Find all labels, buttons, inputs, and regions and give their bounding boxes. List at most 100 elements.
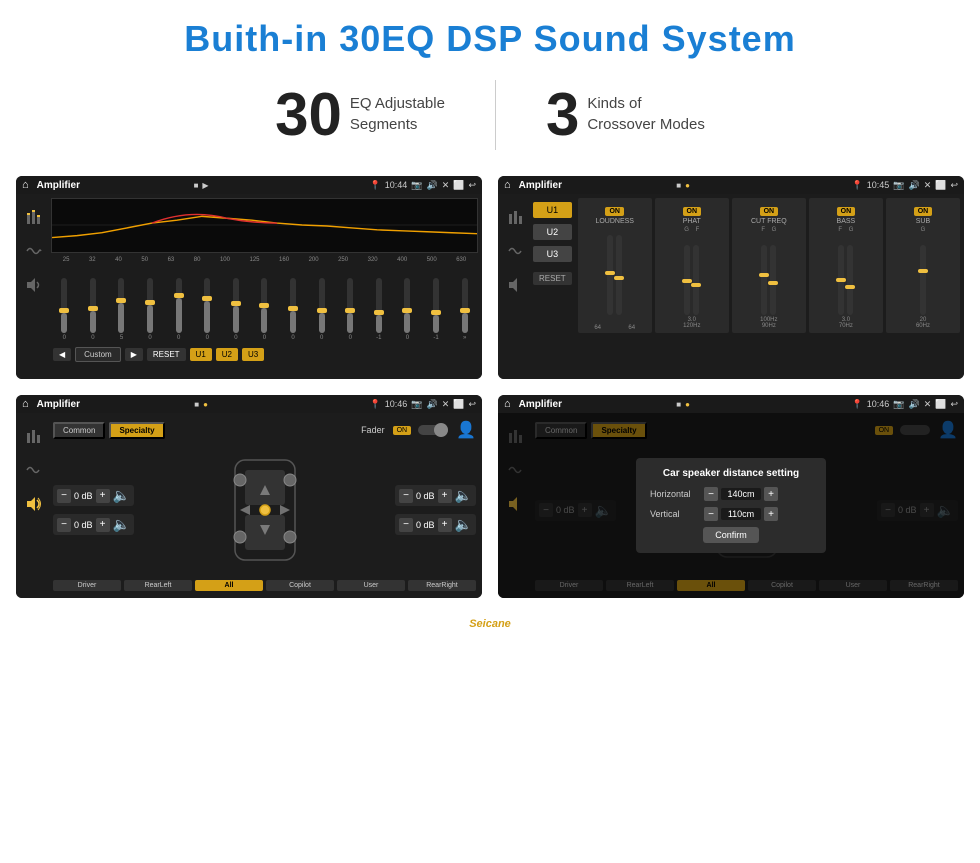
close-icon-3[interactable]: ✕ <box>442 399 450 410</box>
bass-sl1[interactable] <box>838 245 844 315</box>
phat-sl2[interactable] <box>693 245 699 315</box>
u1-btn[interactable]: U1 <box>533 202 572 218</box>
sidebar-speaker-icon-2[interactable] <box>505 274 527 296</box>
slider-10[interactable]: 0 <box>308 278 335 341</box>
sidebar-speaker-icon-3[interactable] <box>23 493 45 515</box>
back-icon-4[interactable]: ↩ <box>950 399 958 410</box>
sub-freq2: 60Hz <box>889 323 957 329</box>
home-icon-2[interactable]: ⌂ <box>504 179 511 191</box>
slider-11[interactable]: 0 <box>337 278 364 341</box>
phat-on[interactable]: ON <box>683 207 702 216</box>
horizontal-minus[interactable]: − <box>704 487 718 501</box>
rr-minus[interactable]: − <box>399 518 413 532</box>
cutfreq-sl1[interactable] <box>761 245 767 315</box>
home-icon[interactable]: ⌂ <box>22 179 29 191</box>
rearright-btn[interactable]: RearRight <box>408 580 476 591</box>
phat-freq2: 120Hz <box>658 323 726 329</box>
pin-icon: 📍 <box>370 180 381 191</box>
slider-3[interactable]: 5 <box>108 278 135 341</box>
user-btn[interactable]: User <box>337 580 405 591</box>
eq-u1-btn[interactable]: U1 <box>190 348 212 361</box>
driver-btn[interactable]: Driver <box>53 580 121 591</box>
sidebar-wave-icon[interactable] <box>23 240 45 262</box>
specialty-btn-3[interactable]: Specialty <box>109 422 164 439</box>
sidebar-speaker-icon[interactable] <box>23 274 45 296</box>
eq-u3-btn[interactable]: U3 <box>242 348 264 361</box>
close-icon[interactable]: ✕ <box>442 180 450 191</box>
home-icon-3[interactable]: ⌂ <box>22 398 29 410</box>
slider-4[interactable]: 0 <box>137 278 164 341</box>
slider-5[interactable]: 0 <box>165 278 192 341</box>
slider-7[interactable]: 0 <box>223 278 250 341</box>
loudness-sl2[interactable] <box>616 235 622 315</box>
fr-plus[interactable]: + <box>438 489 452 503</box>
back-icon-3[interactable]: ↩ <box>468 399 476 410</box>
u3-btn[interactable]: U3 <box>533 246 572 262</box>
eq-u2-btn[interactable]: U2 <box>216 348 238 361</box>
bass-sl2[interactable] <box>847 245 853 315</box>
reset-btn-2[interactable]: RESET <box>533 272 572 285</box>
fader-on-3[interactable]: ON <box>393 426 412 435</box>
phat-sl1[interactable] <box>684 245 690 315</box>
slider-13[interactable]: 0 <box>394 278 421 341</box>
loudness-label: LOUDNESS <box>581 218 649 225</box>
window-icon-3[interactable]: ⬜ <box>453 399 464 410</box>
slider-2[interactable]: 0 <box>80 278 107 341</box>
window-icon-4[interactable]: ⬜ <box>935 399 946 410</box>
sidebar-eq-icon[interactable] <box>23 206 45 228</box>
fl-plus[interactable]: + <box>96 489 110 503</box>
slider-15[interactable]: » <box>451 278 478 341</box>
slider-8[interactable]: 0 <box>251 278 278 341</box>
fr-minus[interactable]: − <box>399 489 413 503</box>
sub-label: SUB <box>889 218 957 225</box>
eq-number: 30 <box>275 85 342 145</box>
slider-6[interactable]: 0 <box>194 278 221 341</box>
window-icon-2[interactable]: ⬜ <box>935 180 946 191</box>
sidebar-wave-icon-2[interactable] <box>505 240 527 262</box>
window-icon[interactable]: ⬜ <box>453 180 464 191</box>
slider-14[interactable]: -1 <box>423 278 450 341</box>
slider-12[interactable]: -1 <box>366 278 393 341</box>
slider-1[interactable]: 0 <box>51 278 78 341</box>
screen3-sidebar <box>20 417 48 594</box>
common-btn-3[interactable]: Common <box>53 422 105 439</box>
eq-reset-btn[interactable]: RESET <box>147 348 186 361</box>
rearleft-btn[interactable]: RearLeft <box>124 580 192 591</box>
loudness-on[interactable]: ON <box>605 207 624 216</box>
rl-minus[interactable]: − <box>57 518 71 532</box>
cutfreq-on[interactable]: ON <box>760 207 779 216</box>
horizontal-row: Horizontal − 140cm + <box>650 487 812 501</box>
back-icon-2[interactable]: ↩ <box>950 180 958 191</box>
home-icon-4[interactable]: ⌂ <box>504 398 511 410</box>
slider-9[interactable]: 0 <box>280 278 307 341</box>
rec-icon-4: ■ <box>676 400 681 409</box>
bass-on[interactable]: ON <box>837 207 856 216</box>
cutfreq-sliders <box>735 235 803 315</box>
loudness-sl1[interactable] <box>607 235 613 315</box>
close-icon-2[interactable]: ✕ <box>924 180 932 191</box>
vertical-minus[interactable]: − <box>704 507 718 521</box>
fl-minus[interactable]: − <box>57 489 71 503</box>
vertical-plus[interactable]: + <box>764 507 778 521</box>
cutfreq-sl2[interactable] <box>770 245 776 315</box>
sub-sl1[interactable] <box>920 245 926 315</box>
rr-plus[interactable]: + <box>438 518 452 532</box>
copilot-btn[interactable]: Copilot <box>266 580 334 591</box>
close-icon-4[interactable]: ✕ <box>924 399 932 410</box>
sidebar-wave-icon-3[interactable] <box>23 459 45 481</box>
eq-back-btn[interactable]: ◀ <box>53 348 71 361</box>
rl-plus[interactable]: + <box>96 518 110 532</box>
rr-val: 0 dB <box>416 520 435 530</box>
eq-fwd-btn[interactable]: ▶ <box>125 348 143 361</box>
sidebar-eq-icon-2[interactable] <box>505 206 527 228</box>
back-icon[interactable]: ↩ <box>468 180 476 191</box>
all-btn[interactable]: All <box>195 580 263 591</box>
vertical-value: 110cm <box>721 508 761 520</box>
confirm-button[interactable]: Confirm <box>703 527 759 543</box>
sidebar-eq-icon-3[interactable] <box>23 425 45 447</box>
bass-label: BASS <box>812 218 880 225</box>
horizontal-plus[interactable]: + <box>764 487 778 501</box>
u2-btn[interactable]: U2 <box>533 224 572 240</box>
sub-on[interactable]: ON <box>914 207 933 216</box>
watermark: Seicane <box>0 614 980 636</box>
